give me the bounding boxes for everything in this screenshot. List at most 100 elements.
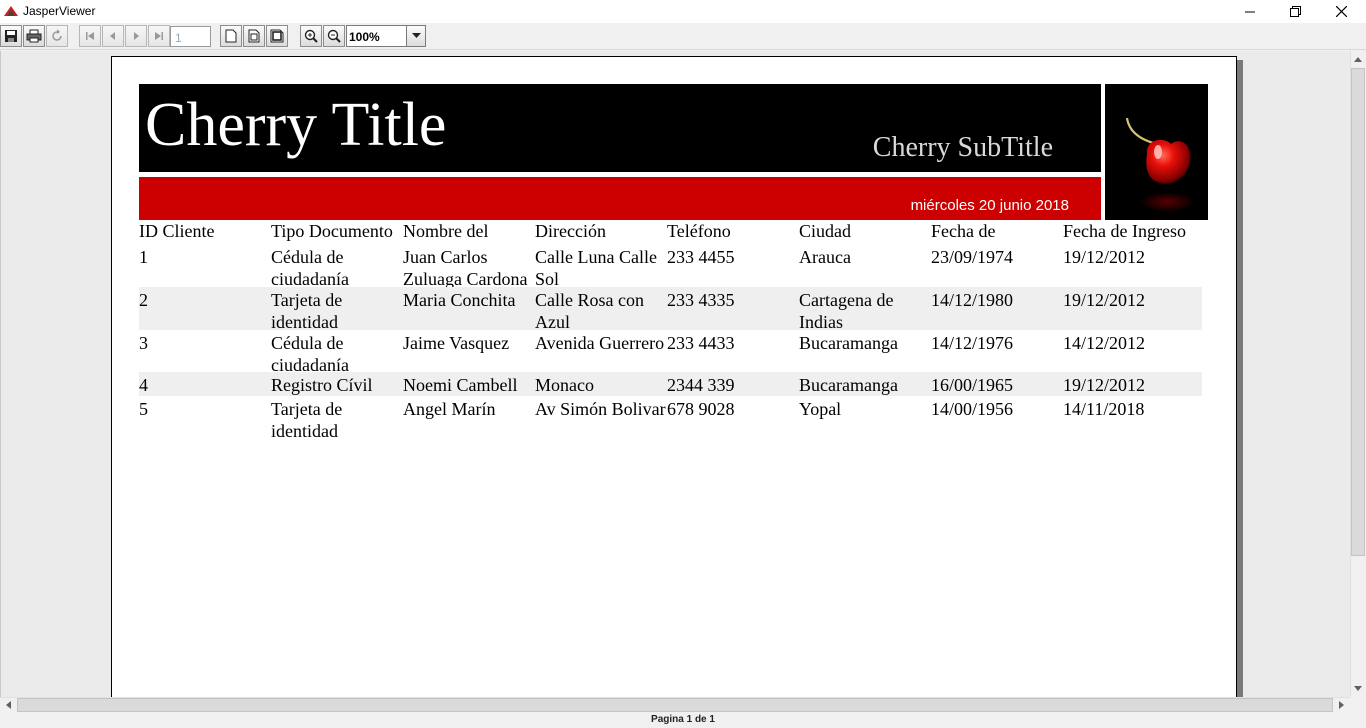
page-status-label: Pagina 1 de 1 <box>651 714 715 725</box>
table-cell: Noemi Cambell <box>403 375 518 395</box>
next-page-icon <box>134 32 139 40</box>
table-cell: Tarjeta de identidad <box>271 399 343 440</box>
table-cell: Juan Carlos Zuluaga Cardona <box>403 247 528 287</box>
restore-icon <box>1289 6 1301 17</box>
table-cell: 233 4433 <box>667 333 735 353</box>
first-page-icon <box>86 32 94 40</box>
table-cell: Avenida Guerrero <box>535 333 665 353</box>
table-cell: Cédula de ciudadanía <box>271 247 349 287</box>
first-page-button[interactable] <box>79 25 101 47</box>
column-header: Fecha de Ingreso <box>1063 221 1186 241</box>
cherry-image <box>1105 84 1208 220</box>
table-cell: 2344 339 <box>667 375 735 395</box>
chevron-down-icon <box>411 33 421 38</box>
table-row: 1 Cédula de ciudadanía Juan Carlos Zuluaga… <box>139 244 1202 287</box>
reload-button[interactable] <box>46 25 68 47</box>
horizontal-scroll-thumb[interactable] <box>17 698 1333 712</box>
report-viewport[interactable]: Cherry Title Cherry SubTitle miércoles 2… <box>0 51 1350 697</box>
previous-page-button[interactable] <box>102 25 124 47</box>
zoom-combo-value[interactable]: 100% <box>346 25 407 47</box>
table-cell: Arauca <box>799 247 851 267</box>
table-cell: 5 <box>139 399 148 419</box>
table-cell: 23/09/1974 <box>931 247 1014 267</box>
chevron-up-icon <box>1354 57 1362 62</box>
table-cell: 16/00/1965 <box>931 375 1014 395</box>
table-cell: 233 4335 <box>667 290 735 310</box>
table-cell: 2 <box>139 290 148 310</box>
table-header-row: ID Cliente Tipo Documento Nombre del Direcc… <box>139 220 1202 244</box>
save-icon <box>5 30 17 42</box>
chevron-left-icon <box>6 701 11 709</box>
report-table: ID Cliente Tipo Documento Nombre del Direcc… <box>139 220 1202 440</box>
table-cell: 19/12/2012 <box>1063 247 1146 267</box>
table-cell: Jaime Vasquez <box>403 333 510 353</box>
window-title: JasperViewer <box>23 4 96 18</box>
table-cell: Angel Marín <box>403 399 496 419</box>
page-number-input[interactable] <box>170 26 211 47</box>
next-page-button[interactable] <box>125 25 147 47</box>
zoom-in-button[interactable] <box>300 25 322 47</box>
actual-size-button[interactable] <box>220 25 242 47</box>
table-row: 2 Tarjeta de identidad Maria Conchita Calle… <box>139 287 1202 330</box>
report-date: miércoles 20 junio 2018 <box>910 197 1069 214</box>
close-window-button[interactable] <box>1318 0 1364 23</box>
reload-icon <box>52 29 62 41</box>
table-cell: 1 <box>139 247 148 267</box>
table-cell: Bucaramanga <box>799 375 898 395</box>
table-cell: 14/11/2018 <box>1063 399 1145 419</box>
report-title: Cherry Title <box>145 91 447 159</box>
vertical-scroll-thumb[interactable] <box>1351 68 1365 556</box>
scroll-corner <box>1350 697 1366 713</box>
last-page-icon <box>155 32 163 40</box>
fit-width-icon <box>270 29 284 43</box>
table-cell: Maria Conchita <box>403 290 516 310</box>
restore-button[interactable] <box>1272 0 1318 23</box>
table-cell: 233 4455 <box>667 247 735 267</box>
table-cell: Cartagena de Indias <box>799 290 894 330</box>
actual-size-icon <box>225 29 237 43</box>
table-cell: 14/00/1956 <box>931 399 1014 419</box>
status-bar: Pagina 1 de 1 <box>0 713 1366 728</box>
table-cell: Calle Luna Calle Sol <box>535 247 657 287</box>
minimize-button[interactable] <box>1227 0 1273 23</box>
scroll-left-button[interactable] <box>0 697 17 713</box>
title-band: Cherry Title Cherry SubTitle <box>139 84 1101 172</box>
fit-page-icon <box>248 29 260 43</box>
table-row: 3 Cédula de ciudadanía Jaime Vasquez Avenid… <box>139 330 1202 372</box>
scroll-down-button[interactable] <box>1350 680 1366 697</box>
table-cell: Calle Rosa con Azul <box>535 290 644 330</box>
scroll-up-button[interactable] <box>1350 51 1366 68</box>
table-cell: 14/12/1980 <box>931 290 1014 310</box>
zoom-dropdown-button[interactable] <box>406 25 426 47</box>
table-cell: 14/12/2012 <box>1063 333 1146 353</box>
table-cell: Registro Cívil <box>271 375 373 395</box>
table-cell: Monaco <box>535 375 594 395</box>
close-icon <box>1335 6 1347 17</box>
table-cell: 19/12/2012 <box>1063 375 1146 395</box>
print-button[interactable] <box>23 25 45 47</box>
table-cell: 19/12/2012 <box>1063 290 1146 310</box>
last-page-button[interactable] <box>148 25 170 47</box>
column-header: Nombre del <box>403 221 489 241</box>
fit-width-button[interactable] <box>266 25 288 47</box>
scroll-right-button[interactable] <box>1333 697 1350 713</box>
table-row: 4 Registro Cívil Noemi Cambell Monaco 2344 3… <box>139 372 1202 396</box>
table-cell: 4 <box>139 375 148 395</box>
table-cell: 3 <box>139 333 148 353</box>
table-cell: 678 9028 <box>667 399 735 419</box>
table-cell: Av Simón Bolivar <box>535 399 666 419</box>
previous-page-icon <box>110 32 115 40</box>
table-cell: Tarjeta de identidad <box>271 290 343 330</box>
table-row: 5 Tarjeta de identidad Angel Marín Av Simón… <box>139 396 1202 440</box>
jasper-app-icon <box>4 6 18 16</box>
zoom-out-button[interactable] <box>323 25 345 47</box>
column-header: Teléfono <box>667 221 731 241</box>
table-cell: 14/12/1976 <box>931 333 1014 353</box>
report-page: Cherry Title Cherry SubTitle miércoles 2… <box>111 56 1237 697</box>
column-header: ID Cliente <box>139 221 215 241</box>
save-button[interactable] <box>0 25 22 47</box>
fit-page-button[interactable] <box>243 25 265 47</box>
chevron-right-icon <box>1339 701 1344 709</box>
table-cell: Yopal <box>799 399 842 419</box>
title-bar: JasperViewer <box>0 0 1366 23</box>
